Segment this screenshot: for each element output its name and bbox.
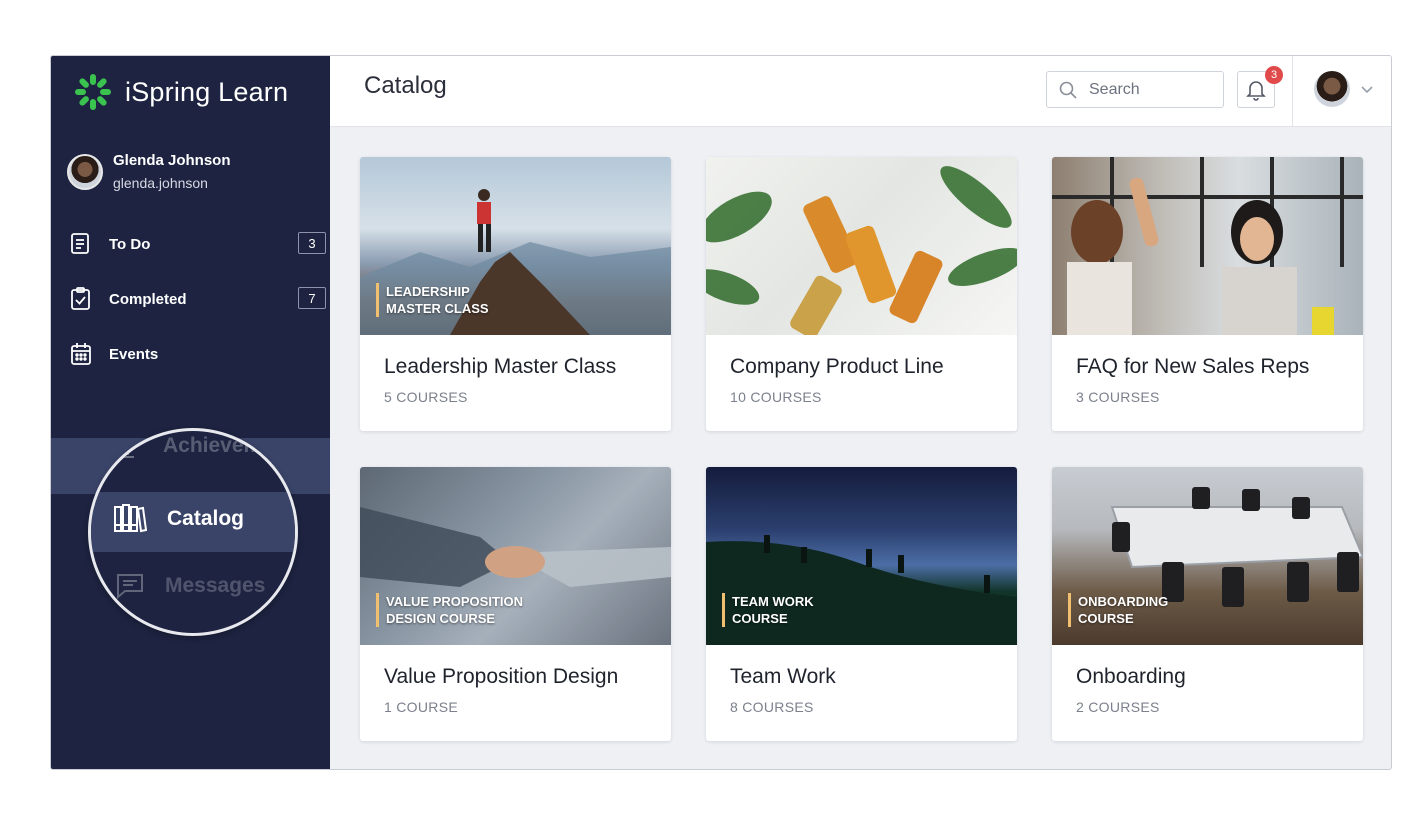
card-image-label: LEADERSHIP MASTER CLASS [376, 283, 489, 317]
card-image-label: ONBOARDING COURSE [1068, 593, 1168, 627]
card-course-count: 2 COURSES [1076, 699, 1160, 715]
card-image: TEAM WORK COURSE [706, 467, 1017, 645]
calendar-icon [69, 342, 93, 366]
sidebar-item-label: To Do [109, 235, 151, 253]
card-image: ONBOARDING COURSE [1052, 467, 1363, 645]
catalog-card[interactable]: TEAM WORK COURSE Team Work 8 COURSES [706, 467, 1017, 741]
catalog-card[interactable]: Company Product Line 10 COURSES [706, 157, 1017, 431]
sidebar-item-label: Events [109, 345, 159, 363]
todo-icon [69, 232, 93, 256]
card-title: Company Product Line [730, 355, 944, 378]
card-title: Onboarding [1076, 665, 1186, 688]
card-image-label: VALUE PROPOSITION DESIGN COURSE [376, 593, 523, 627]
user-login: glenda.johnson [113, 175, 208, 191]
sidebar-item-completed[interactable]: Completed 7 [69, 287, 326, 311]
sidebar-item-label: Catalog [167, 507, 245, 530]
app-logo[interactable]: iSpring Learn [73, 72, 288, 112]
top-header: Catalog 3 [330, 56, 1391, 127]
card-image: VALUE PROPOSITION DESIGN COURSE [360, 467, 671, 645]
user-name: Glenda Johnson [113, 152, 231, 169]
sidebar-item-todo[interactable]: To Do 3 [69, 232, 326, 256]
sidebar-item-events[interactable]: Events [69, 342, 309, 366]
card-course-count: 5 COURSES [384, 389, 468, 405]
card-course-count: 3 COURSES [1076, 389, 1160, 405]
ispring-logo-icon [75, 74, 111, 110]
page-title: Catalog [364, 72, 447, 99]
card-title: Team Work [730, 665, 836, 688]
catalog-card[interactable]: FAQ for New Sales Reps 3 COURSES [1052, 157, 1363, 431]
sidebar-item-label: Messages [165, 574, 266, 597]
catalog-card[interactable]: LEADERSHIP MASTER CLASS Leadership Maste… [360, 157, 671, 431]
search-icon [1059, 81, 1077, 99]
bottles-illustration [706, 166, 1017, 335]
user-menu[interactable] [1314, 71, 1374, 107]
header-divider [1292, 56, 1293, 126]
app-name: iSpring Learn [125, 76, 289, 107]
chevron-down-icon [1361, 86, 1373, 94]
app-window: iSpring Learn Glenda Johnson glenda.john… [50, 55, 1392, 770]
sidebar-item-label: Achievements [163, 434, 298, 457]
completed-count-badge: 7 [298, 287, 326, 309]
notification-count-badge: 3 [1265, 66, 1283, 84]
sidebar: iSpring Learn Glenda Johnson glenda.john… [51, 56, 330, 769]
avatar [1314, 71, 1350, 107]
sidebar-item-catalog[interactable]: Catalog [113, 503, 244, 535]
office-people-illustration [1052, 157, 1363, 335]
trophy-icon [120, 434, 136, 458]
user-profile[interactable]: Glenda Johnson glenda.johnson [67, 152, 231, 191]
card-course-count: 8 COURSES [730, 699, 814, 715]
message-icon [117, 574, 143, 600]
search-input[interactable] [1087, 79, 1211, 100]
sidebar-item-messages[interactable]: Messages [115, 571, 265, 601]
card-title: Leadership Master Class [384, 355, 617, 378]
sidebar-item-label: Completed [109, 290, 187, 308]
search-box[interactable] [1046, 71, 1224, 108]
notifications-button[interactable]: 3 [1237, 66, 1283, 108]
sidebar-item-achievements[interactable]: Achievements [113, 431, 298, 461]
books-icon [114, 504, 147, 533]
magnifier-lens: Achievements Catalog Messages [88, 428, 298, 636]
card-image: LEADERSHIP MASTER CLASS [360, 157, 671, 335]
card-title: FAQ for New Sales Reps [1076, 355, 1310, 378]
catalog-card[interactable]: VALUE PROPOSITION DESIGN COURSE Value Pr… [360, 467, 671, 741]
todo-count-badge: 3 [298, 232, 326, 254]
catalog-card[interactable]: ONBOARDING COURSE Onboarding 2 COURSES [1052, 467, 1363, 741]
card-image [706, 157, 1017, 335]
completed-icon [69, 287, 93, 311]
card-course-count: 1 COURSE [384, 699, 458, 715]
card-course-count: 10 COURSES [730, 389, 822, 405]
avatar [67, 153, 103, 190]
card-title: Value Proposition Design [384, 665, 619, 688]
bell-icon [1246, 80, 1266, 101]
card-image [1052, 157, 1363, 335]
card-image-label: TEAM WORK COURSE [722, 593, 814, 627]
